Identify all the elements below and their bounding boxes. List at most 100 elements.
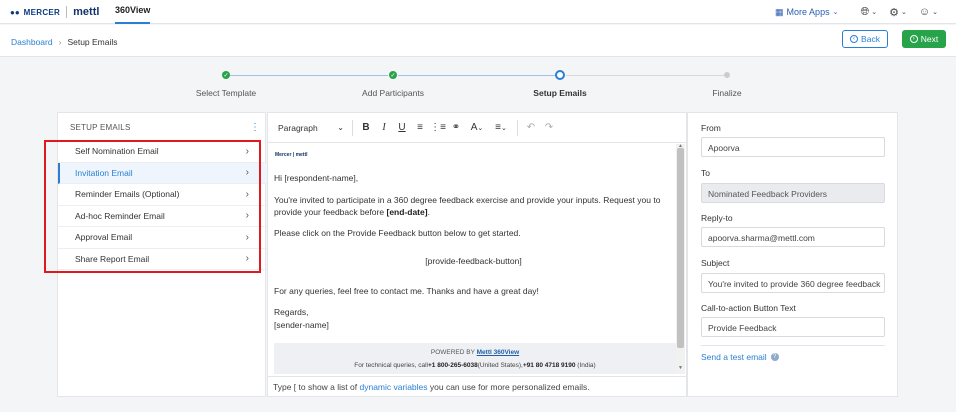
brand-logo[interactable]: ●● MERCER mettl <box>10 6 99 18</box>
step-setup-emails[interactable]: Setup Emails <box>533 88 586 98</box>
email-item-adhoc-reminder[interactable]: Ad-hoc Reminder Email › <box>58 206 267 227</box>
email-greeting: Hi [respondent-name], <box>274 173 359 183</box>
from-field[interactable]: Apoorva <box>701 137 885 157</box>
footer-in-phone: +91 80 4718 9190 <box>522 362 576 369</box>
align-icon[interactable]: ≡⌄ <box>489 122 513 133</box>
email-body-instruction: Please click on the Provide Feedback but… <box>274 228 521 238</box>
chevron-down-icon: ⌄ <box>832 9 839 16</box>
send-test-email-link[interactable]: Send a test email ? <box>701 352 779 362</box>
email-item-label: Reminder Emails (Optional) <box>75 189 180 200</box>
step-select-template[interactable]: Select Template <box>196 88 256 98</box>
user-menu-button[interactable]: ☺ ⌄ <box>919 6 938 18</box>
arrow-left-icon: ‹ <box>850 35 859 43</box>
footer-in-label: (India) <box>575 362 596 369</box>
next-label: Next <box>920 34 939 44</box>
to-field: Nominated Feedback Providers <box>701 183 885 203</box>
email-item-approval[interactable]: Approval Email › <box>58 227 267 249</box>
email-regards: Regards, <box>274 307 309 317</box>
top-bar: ●● MERCER mettl 360View ▦ More Apps ⌄ 🌐︎… <box>0 0 956 24</box>
step-done-icon: ✓ <box>222 71 230 79</box>
from-label: From <box>701 123 721 133</box>
bold-icon[interactable]: B <box>357 122 375 133</box>
grid-icon: ▦ <box>775 6 784 17</box>
step-done-icon: ✓ <box>389 71 397 79</box>
email-item-invitation[interactable]: Invitation Email › <box>58 162 267 184</box>
footer-contact: For technical queries, call+1 800-265-60… <box>274 362 676 369</box>
back-button[interactable]: ‹ Back <box>842 30 888 48</box>
cta-text-label: Call-to-action Button Text <box>701 303 796 313</box>
cta-text-field[interactable]: Provide Feedback <box>701 317 885 337</box>
app-tab-360view[interactable]: 360View <box>115 0 151 24</box>
email-sender: [sender-name] <box>274 320 329 330</box>
footer-mettl-link[interactable]: Mettl 360View <box>477 349 520 356</box>
email-item-label: Share Report Email <box>75 253 150 264</box>
editor-scrollbar[interactable]: ▲ ▼ <box>676 143 685 374</box>
form-divider <box>701 345 885 346</box>
email-list: Self Nomination Email › Invitation Email… <box>58 141 267 270</box>
footer-contact-prefix: For technical queries, call <box>354 362 428 369</box>
dynamic-variables-link[interactable]: dynamic variables <box>359 382 427 392</box>
italic-icon[interactable]: I <box>375 122 393 133</box>
scroll-down-icon[interactable]: ▼ <box>678 365 683 371</box>
email-logo: Mercer | mettl <box>275 152 308 158</box>
chevron-down-icon: ⌄ <box>337 123 344 132</box>
paragraph-select-value: Paragraph <box>278 122 318 133</box>
breadcrumb-dashboard[interactable]: Dashboard <box>11 37 53 47</box>
step-connector <box>230 75 388 76</box>
more-apps-button[interactable]: ▦ More Apps ⌄ <box>775 7 838 18</box>
underline-icon[interactable]: U <box>393 122 411 133</box>
email-item-label: Self Nomination Email <box>75 146 159 157</box>
toolbar-divider <box>352 119 353 136</box>
send-test-email-label: Send a test email <box>701 352 767 362</box>
editor-hint: Type [ to show a list of dynamic variabl… <box>268 376 686 397</box>
gear-icon: ⚙ <box>889 6 900 19</box>
next-button[interactable]: › Next <box>902 30 946 48</box>
globe-icon: 🌐︎ <box>860 5 870 18</box>
reply-to-field[interactable]: apoorva.sharma@mettl.com <box>701 227 885 247</box>
step-connector <box>566 75 724 76</box>
subject-field[interactable]: You're invited to provide 360 degree fee… <box>701 273 885 293</box>
hint-prefix: Type [ to show a list of <box>273 382 358 392</box>
cta-placeholder: [provide-feedback-button] <box>425 256 522 266</box>
chevron-right-icon: › <box>245 145 249 157</box>
email-item-reminder[interactable]: Reminder Emails (Optional) › <box>58 184 267 206</box>
email-footer: POWERED BY Mettl 360View For technical q… <box>274 343 676 374</box>
email-item-label: Invitation Email <box>75 167 133 178</box>
email-item-self-nomination[interactable]: Self Nomination Email › <box>58 141 267 163</box>
footer-powered-by: POWERED BY Mettl 360View <box>274 349 676 356</box>
chevron-right-icon: › <box>58 37 62 47</box>
link-icon[interactable]: ⚭ <box>447 122 465 133</box>
help-icon[interactable]: ? <box>770 353 779 361</box>
kebab-menu-icon[interactable]: ⋮ <box>250 122 260 133</box>
settings-button[interactable]: ⚙ ⌄ <box>889 6 907 19</box>
toolbar-divider <box>517 119 518 136</box>
email-item-share-report[interactable]: Share Report Email › <box>58 249 267 270</box>
redo-icon[interactable]: ↷ <box>540 122 558 133</box>
language-button[interactable]: 🌐︎ ⌄ <box>860 6 877 19</box>
paragraph-select[interactable]: Paragraph ⌄ <box>274 119 348 137</box>
chevron-down-icon: ⌄ <box>901 9 907 16</box>
bulleted-list-icon[interactable]: ⋮≡ <box>429 122 447 133</box>
mercer-icon: ●● <box>10 7 20 17</box>
font-color-icon[interactable]: A⌄ <box>465 122 489 133</box>
brand-mercer: MERCER <box>23 7 61 17</box>
chevron-right-icon: › <box>245 210 249 222</box>
subheader: Dashboard › Setup Emails ‹ Back › Next <box>0 25 956 57</box>
undo-icon[interactable]: ↶ <box>522 122 540 133</box>
scrollbar-thumb[interactable] <box>677 148 684 348</box>
step-active-icon <box>555 70 565 80</box>
back-label: Back <box>861 34 880 44</box>
top-right-actions: ▦ More Apps ⌄ 🌐︎ ⌄ ⚙ ⌄ ☺ ⌄ <box>775 0 956 24</box>
user-icon: ☺ <box>918 6 931 18</box>
step-connector <box>398 75 556 76</box>
editor-toolbar: Paragraph ⌄ B I U ≡ ⋮≡ ⚭ A⌄ ≡⌄ ↶ ↷ <box>268 113 686 143</box>
footer-powered-label: POWERED BY <box>430 349 475 356</box>
arrow-right-icon: › <box>909 35 918 43</box>
footer-us-phone: +1 800-265-6038 <box>428 362 478 369</box>
step-add-participants[interactable]: Add Participants <box>362 88 424 98</box>
editor-content[interactable]: Mercer | mettl Hi [respondent-name], You… <box>271 144 676 374</box>
email-body-invite: You're invited to participate in a 360 d… <box>274 195 661 217</box>
more-apps-label: More Apps <box>786 7 830 17</box>
numbered-list-icon[interactable]: ≡ <box>411 122 429 133</box>
chevron-down-icon: ⌄ <box>871 9 878 16</box>
